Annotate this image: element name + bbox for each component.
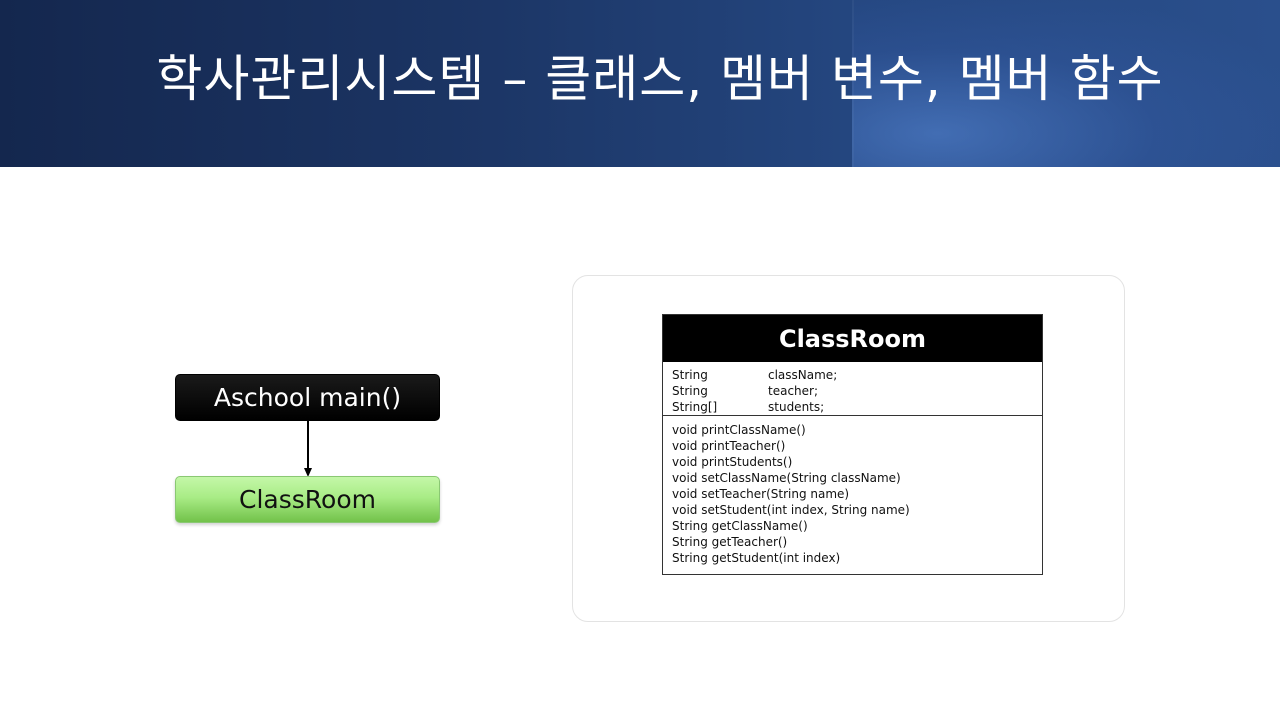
uml-method: String getStudent(int index) [672,551,841,565]
uml-field-row: String teacher; [672,383,1042,399]
field-name: className; [768,368,838,382]
uml-field-row: String className; [672,367,1042,383]
field-name: students; [768,400,825,414]
uml-method: void printTeacher() [672,439,786,453]
uml-method: void printStudents() [672,455,793,469]
title-banner: 학사관리시스템 – 클래스, 멤버 변수, 멤버 함수 [0,0,1280,167]
aschool-main-box: Aschool main() [175,374,440,421]
uml-methods-section: void printClassName() void printTeacher(… [663,416,1042,566]
uml-method: void setTeacher(String name) [672,487,850,501]
field-type: String[] [672,400,718,414]
uml-field-row: String[] students; [672,399,1042,415]
uml-class-name: ClassRoom [663,315,1042,362]
field-type: String [672,368,708,382]
uml-fields-section: String className; String teacher; String… [663,362,1042,416]
uml-method: void setClassName(String className) [672,471,901,485]
field-type: String [672,384,708,398]
uml-method: void printClassName() [672,423,806,437]
uml-class-diagram: ClassRoom String className; String teach… [662,314,1043,575]
uml-method: String getClassName() [672,519,808,533]
flow-arrow [304,421,312,477]
classroom-box: ClassRoom [175,476,440,523]
uml-method: void setStudent(int index, String name) [672,503,910,517]
page-title: 학사관리시스템 – 클래스, 멤버 변수, 멤버 함수 [156,50,1164,108]
uml-method: String getTeacher() [672,535,788,549]
field-name: teacher; [768,384,819,398]
